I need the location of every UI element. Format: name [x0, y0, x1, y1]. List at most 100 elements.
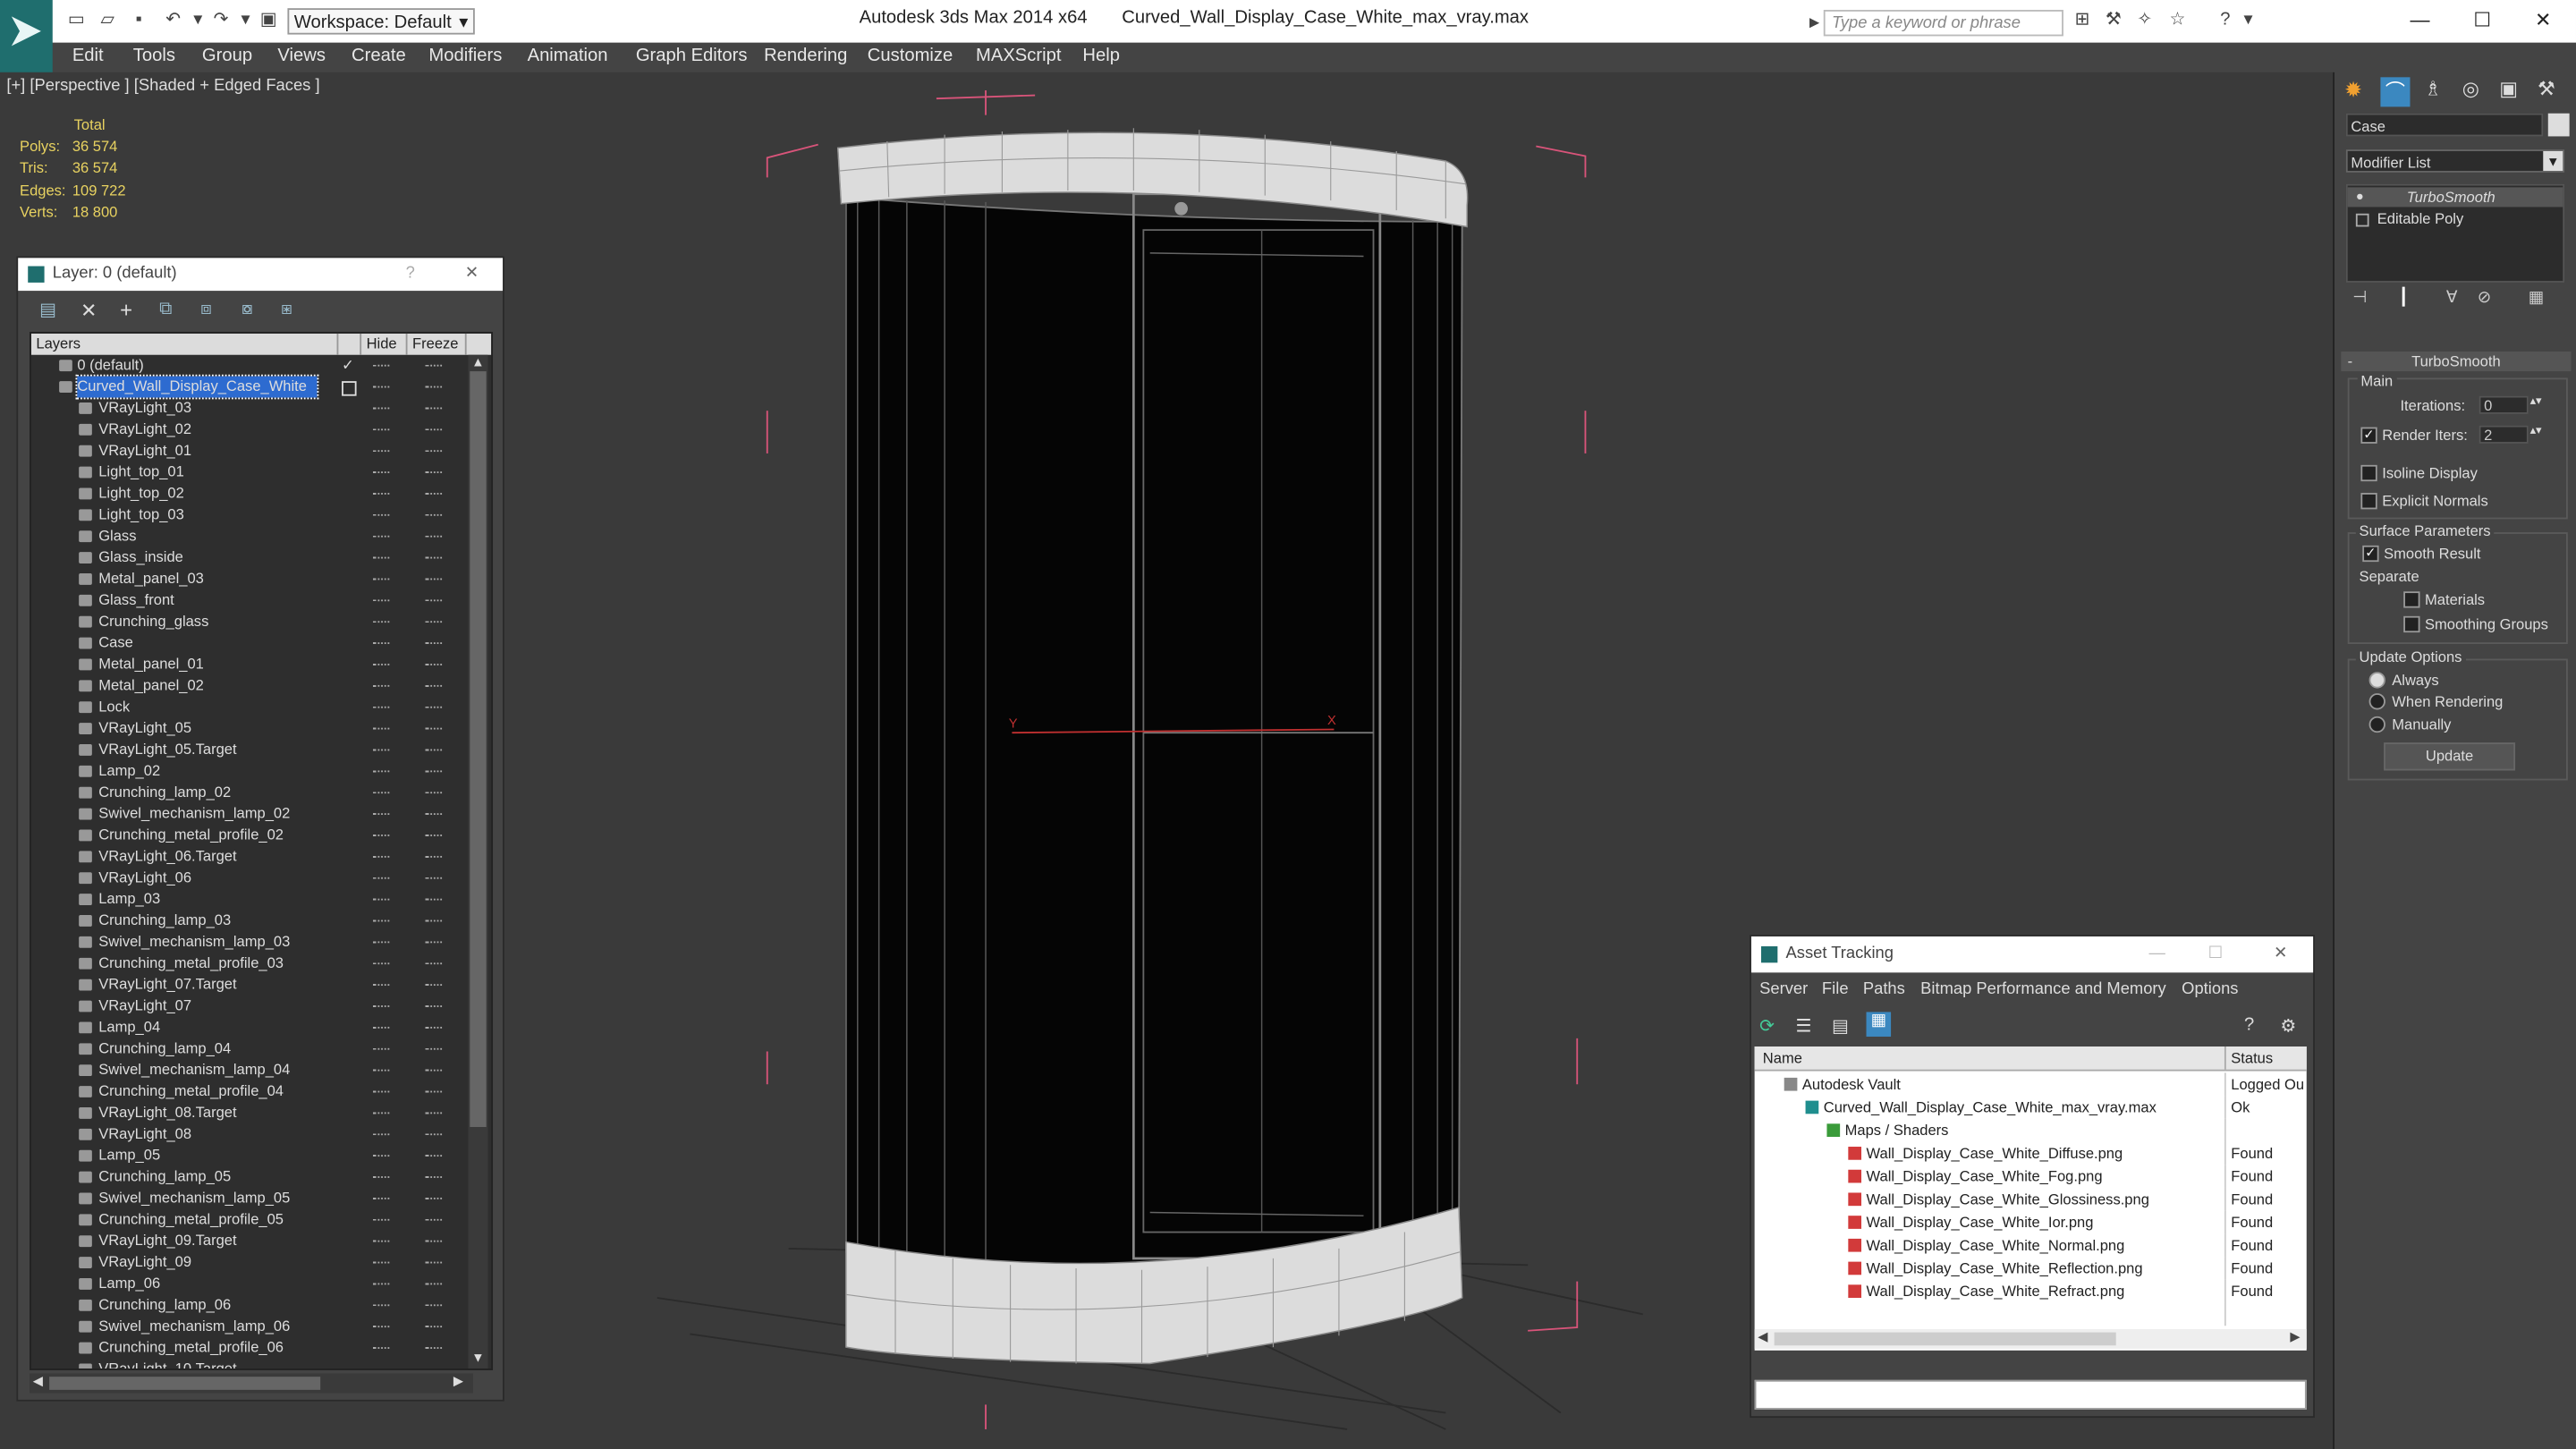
freeze-toggle[interactable] [425, 1197, 443, 1201]
hide-toggle[interactable] [372, 962, 390, 966]
freeze-toggle[interactable] [425, 813, 443, 817]
freeze-toggle[interactable] [425, 792, 443, 795]
freeze-toggle[interactable] [425, 706, 443, 710]
freeze-toggle[interactable] [425, 407, 443, 411]
hierarchy-tab-icon[interactable]: ♗ [2419, 77, 2448, 106]
freeze-toggle[interactable] [425, 1326, 443, 1329]
search-expand-icon[interactable]: ▶ [1804, 12, 1826, 33]
scrollbar-thumb[interactable] [470, 371, 487, 1127]
freeze-toggle[interactable] [425, 1218, 443, 1223]
hide-toggle[interactable] [372, 428, 390, 432]
menu-modifiers[interactable]: Modifiers [428, 46, 502, 65]
hide-toggle[interactable] [372, 621, 390, 624]
hide-toggle[interactable] [372, 1155, 390, 1158]
layer-row[interactable]: VRayLight_06.Target [31, 846, 467, 868]
hide-toggle[interactable] [372, 1069, 390, 1073]
hide-toggle[interactable] [372, 407, 390, 411]
redo-icon[interactable]: ↷ [210, 10, 232, 31]
layer-row[interactable]: VRayLight_08.Target [31, 1102, 467, 1123]
asset-row[interactable]: Wall_Display_Case_White_Normal.png Found [1755, 1233, 2307, 1258]
freeze-toggle[interactable] [425, 962, 443, 966]
freeze-toggle[interactable] [425, 855, 443, 860]
hide-toggle[interactable] [372, 556, 390, 561]
create-layer-icon[interactable]: ▤ [39, 299, 63, 322]
isoline-display-checkbox[interactable] [2360, 464, 2377, 482]
search-input[interactable]: Type a keyword or phrase [1823, 10, 2063, 37]
hide-toggle[interactable] [372, 770, 390, 774]
freeze-toggle[interactable] [425, 898, 443, 902]
explicit-normals-checkbox[interactable] [2360, 493, 2377, 510]
column-status[interactable]: Status [2231, 1050, 2273, 1066]
scroll-left-icon[interactable]: ◀ [1758, 1329, 1767, 1344]
menu-options[interactable]: Options [2182, 981, 2238, 999]
hide-toggle[interactable] [372, 1005, 390, 1009]
asset-row[interactable]: Wall_Display_Case_White_Fog.png Found [1755, 1165, 2307, 1188]
scroll-right-icon[interactable]: ▶ [453, 1374, 463, 1389]
freeze-toggle[interactable] [425, 1005, 443, 1009]
layer-row[interactable]: Crunching_metal_profile_02 [31, 825, 467, 846]
make-unique-icon[interactable]: ∀ [2446, 289, 2458, 307]
hide-toggle[interactable] [372, 471, 390, 475]
stack-item-editable-poly[interactable]: Editable Poly [2348, 208, 2563, 228]
layer-row[interactable]: VRayLight_02 [31, 419, 467, 440]
vertical-scrollbar[interactable]: ▲ ▼ [468, 354, 488, 1368]
delete-layer-icon[interactable]: ✕ [80, 299, 104, 322]
layer-row[interactable]: Lock [31, 697, 467, 718]
freeze-toggle[interactable] [425, 471, 443, 475]
hide-toggle[interactable] [372, 1047, 390, 1052]
hide-toggle[interactable] [372, 877, 390, 881]
layer-row[interactable]: Crunching_metal_profile_03 [31, 953, 467, 974]
column-name[interactable]: Name [1763, 1050, 1802, 1066]
table-view-icon[interactable]: ▦ [1866, 1012, 1892, 1037]
stack-item-turbosmooth[interactable]: ● TurboSmooth [2347, 187, 2563, 208]
smoothing-groups-checkbox[interactable] [2403, 615, 2420, 633]
scrollbar-thumb[interactable] [49, 1377, 321, 1390]
menu-tools[interactable]: Tools [133, 46, 175, 65]
asset-row[interactable]: Autodesk Vault Logged Ou [1755, 1072, 2307, 1097]
binoculars-icon[interactable]: ⊞ [2072, 10, 2093, 31]
spinner-arrows-icon[interactable]: ▴▾ [2530, 424, 2542, 437]
menu-maxscript[interactable]: MAXScript [976, 46, 1061, 65]
layer-row[interactable]: VRayLight_06 [31, 868, 467, 889]
hide-toggle[interactable] [372, 1090, 390, 1095]
layer-row[interactable]: Lamp_05 [31, 1145, 467, 1166]
asset-row[interactable]: Maps / Shaders [1755, 1118, 2307, 1142]
help-icon[interactable]: ? [2244, 1015, 2254, 1035]
freeze-toggle[interactable] [425, 1069, 443, 1073]
freeze-toggle[interactable] [425, 621, 443, 624]
freeze-toggle[interactable] [425, 941, 443, 945]
settings-icon[interactable]: ⚙ [2280, 1015, 2296, 1037]
refresh-icon[interactable]: ⟳ [1759, 1015, 1775, 1037]
menu-help[interactable]: Help [1082, 46, 1120, 65]
hide-toggle[interactable] [372, 1326, 390, 1329]
menu-views[interactable]: Views [277, 46, 326, 65]
hide-toggle[interactable] [372, 1347, 390, 1351]
asset-path-field[interactable] [1754, 1379, 2307, 1410]
freeze-toggle[interactable] [425, 835, 443, 838]
undo-dropdown-icon[interactable]: ▾ [187, 10, 208, 31]
iterations-spinner[interactable]: 0 [2479, 395, 2529, 414]
scroll-left-icon[interactable]: ◀ [33, 1374, 43, 1389]
search-tools-icon[interactable]: ⚒ [2103, 10, 2124, 31]
layer-row[interactable]: Crunching_lamp_03 [31, 911, 467, 932]
spinner-arrows-icon[interactable]: ▴▾ [2530, 394, 2542, 408]
help-dropdown-icon[interactable]: ▾ [2238, 10, 2259, 31]
freeze-toggle[interactable] [425, 1026, 443, 1030]
layer-row[interactable]: Lamp_03 [31, 889, 467, 911]
create-tab-icon[interactable]: ✹ [2344, 77, 2374, 106]
hide-toggle[interactable] [372, 664, 390, 667]
hide-toggle[interactable] [372, 919, 390, 924]
layer-row[interactable]: Lamp_04 [31, 1017, 467, 1038]
layer-row[interactable]: Crunching_glass [31, 611, 467, 632]
layer-row[interactable]: Glass_front [31, 589, 467, 611]
close-icon[interactable]: ✕ [465, 258, 479, 291]
asset-row[interactable]: Wall_Display_Case_White_Refract.png Found [1755, 1279, 2307, 1303]
hide-toggle[interactable] [372, 684, 390, 689]
layer-panel-titlebar[interactable]: Layer: 0 (default) ? ✕ [18, 258, 504, 292]
modify-tab-icon[interactable]: ⌒ [2380, 77, 2411, 107]
freeze-toggle[interactable] [425, 1304, 443, 1308]
layer-row[interactable]: VRayLight_07 [31, 996, 467, 1017]
layer-row[interactable]: Glass_inside [31, 547, 467, 569]
minimize-icon[interactable]: — [2148, 936, 2165, 972]
redo-dropdown-icon[interactable]: ▾ [235, 10, 257, 31]
